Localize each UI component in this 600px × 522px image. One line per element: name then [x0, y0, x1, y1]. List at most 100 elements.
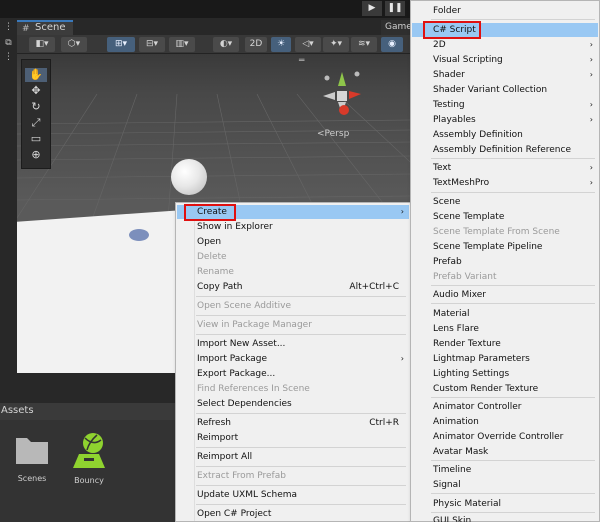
create-callout-box — [184, 204, 236, 221]
overlay-menu-icon[interactable]: ═ — [299, 56, 304, 66]
asset-item[interactable]: Scenes — [10, 434, 54, 483]
menu-item-lighting-settings[interactable]: Lighting Settings — [412, 367, 598, 381]
audio-visual-dropdown[interactable]: ▥▾ — [169, 37, 195, 52]
menu-item-assembly-definition[interactable]: Assembly Definition — [412, 128, 598, 142]
menu-item-textmeshpro[interactable]: TextMeshPro › — [412, 176, 598, 190]
play-button[interactable]: ▶ — [362, 1, 382, 16]
tab-game[interactable]: Game — [381, 20, 411, 35]
lighting-toggle-icon[interactable]: ☀ — [271, 37, 291, 52]
menu-item-import-package[interactable]: Import Package › — [177, 352, 409, 366]
menu-item-scene[interactable]: Scene — [412, 195, 598, 209]
menu-item-delete: Delete — [197, 252, 227, 262]
menu-separator — [196, 296, 406, 297]
menu-item-scene-template-from-scene: Scene Template From Scene — [433, 227, 560, 237]
orientation-gizmo[interactable] — [317, 66, 367, 126]
asset-label: Bouncy — [74, 476, 104, 485]
menu-item-prefab-variant: Prefab Variant — [433, 272, 497, 282]
pause-button[interactable]: ❚❚ — [385, 1, 405, 16]
sphere-shadow — [129, 229, 149, 241]
assets-panel: Scenes Bouncy — [0, 420, 175, 522]
menu-item-playables[interactable]: Playables › — [412, 113, 598, 127]
menu-item-avatar-mask[interactable]: Avatar Mask — [412, 445, 598, 459]
menu-separator — [431, 493, 595, 494]
menu-item-render-texture[interactable]: Render Texture — [412, 337, 598, 351]
menu-item-animation[interactable]: Animation — [412, 415, 598, 429]
menu-item-lightmap-parameters[interactable]: Lightmap Parameters — [412, 352, 598, 366]
menu-separator — [196, 485, 406, 486]
menu-item-testing[interactable]: Testing › — [412, 98, 598, 112]
scene-tab-bar: # Scene Game — [17, 18, 411, 35]
menu-item-export-package[interactable]: Export Package... — [177, 367, 409, 381]
move-tool-icon[interactable]: ✥ — [25, 84, 47, 98]
menu-item-reimport-all[interactable]: Reimport All — [177, 450, 409, 464]
visibility-toggle-icon[interactable]: ◉ — [381, 37, 403, 52]
menu-item-physic-material[interactable]: Physic Material — [412, 497, 598, 511]
asset-item[interactable]: Bouncy — [67, 430, 111, 485]
menu-item-lens-flare[interactable]: Lens Flare — [412, 322, 598, 336]
orientation-dropdown[interactable]: ◐▾ — [213, 37, 239, 52]
asset-label: Scenes — [17, 474, 47, 483]
perspective-label[interactable]: <Persp — [317, 129, 349, 139]
scale-tool-icon[interactable]: ⤢ — [25, 116, 47, 130]
menu-separator — [431, 192, 595, 193]
menu-item-gui-skin[interactable]: GUI Skin — [412, 514, 598, 522]
menu-item-material[interactable]: Material — [412, 307, 598, 321]
mode-2d-toggle[interactable]: 2D — [245, 37, 267, 52]
submenu-arrow-icon: › — [400, 354, 404, 363]
menu-item-custom-render-texture[interactable]: Custom Render Texture — [412, 382, 598, 396]
menu-item-scene-template[interactable]: Scene Template — [412, 210, 598, 224]
submenu-arrow-icon: › — [400, 207, 404, 216]
menu-item-import-new-asset[interactable]: Import New Asset... — [177, 337, 409, 351]
submenu-arrow-icon: › — [589, 178, 593, 187]
submenu-arrow-icon: › — [589, 115, 593, 124]
menu-item-copy-path[interactable]: Copy Path Alt+Ctrl+C — [177, 280, 409, 294]
hierarchy-icon[interactable]: ⧉ — [3, 38, 14, 49]
hand-tool-icon[interactable]: ✋ — [25, 68, 47, 82]
menu-item-scene-template-pipeline[interactable]: Scene Template Pipeline — [412, 240, 598, 254]
menu-item-open[interactable]: Open — [177, 235, 409, 249]
transform-tool-icon[interactable]: ⊕ — [25, 148, 47, 162]
menu-item-update-uxml-schema[interactable]: Update UXML Schema — [177, 488, 409, 502]
more-options-icon[interactable]: ⋮ — [3, 22, 14, 33]
menu-separator — [431, 285, 595, 286]
audio-toggle-icon[interactable]: ◁▾ — [295, 37, 321, 52]
render-mode-dropdown[interactable]: ⬡▾ — [61, 37, 87, 52]
menu-item-animator-override-controller[interactable]: Animator Override Controller — [412, 430, 598, 444]
snap-increment-dropdown[interactable]: ⊟▾ — [139, 37, 165, 52]
menu-item-prefab[interactable]: Prefab — [412, 255, 598, 269]
menu-item-reimport[interactable]: Reimport — [177, 431, 409, 445]
submenu-arrow-icon: › — [589, 70, 593, 79]
menu-separator — [431, 158, 595, 159]
menu-item-visual-scripting[interactable]: Visual Scripting › — [412, 53, 598, 67]
menu-item-2d[interactable]: 2D › — [412, 38, 598, 52]
menu-item-show-in-explorer[interactable]: Show in Explorer — [177, 220, 409, 234]
menu-item-animator-controller[interactable]: Animator Controller — [412, 400, 598, 414]
menu-separator — [431, 19, 595, 20]
menu-item-refresh[interactable]: Refresh Ctrl+R — [177, 416, 409, 430]
menu-item-folder[interactable]: Folder — [412, 4, 598, 18]
effects-toggle-icon[interactable]: ✦▾ — [323, 37, 349, 52]
menu-item-view-in-package-manager: View in Package Manager — [197, 320, 312, 330]
menu-separator — [196, 334, 406, 335]
more-options-icon[interactable]: ⋮ — [3, 52, 14, 63]
draw-mode-dropdown[interactable]: ◧▾ — [29, 37, 55, 52]
menu-item-shader[interactable]: Shader › — [412, 68, 598, 82]
rect-tool-icon[interactable]: ▭ — [25, 132, 47, 146]
layers-icon[interactable]: ≋▾ — [351, 37, 377, 52]
menu-item-timeline[interactable]: Timeline — [412, 463, 598, 477]
left-dock-strip: ⋮ ⧉ ⋮ — [0, 18, 17, 373]
menu-item-assembly-definition-reference[interactable]: Assembly Definition Reference — [412, 143, 598, 157]
menu-item-select-dependencies[interactable]: Select Dependencies — [177, 397, 409, 411]
menu-item-audio-mixer[interactable]: Audio Mixer — [412, 288, 598, 302]
menu-item-text[interactable]: Text › — [412, 161, 598, 175]
grid-snap-dropdown[interactable]: ⊞▾ — [107, 37, 135, 52]
menu-item-signal[interactable]: Signal — [412, 478, 598, 492]
create-submenu: Folder C# Script 2D › Visual Scripting › S… — [410, 0, 600, 522]
menu-separator — [196, 413, 406, 414]
menu-item-shader-variant-collection[interactable]: Shader Variant Collection — [412, 83, 598, 97]
sphere-object[interactable] — [171, 159, 207, 195]
menu-item-open-csharp-project[interactable]: Open C# Project — [177, 507, 409, 521]
tab-scene[interactable]: # Scene — [17, 20, 73, 35]
assets-header: Assets — [0, 403, 175, 420]
rotate-tool-icon[interactable]: ↻ — [25, 100, 47, 114]
